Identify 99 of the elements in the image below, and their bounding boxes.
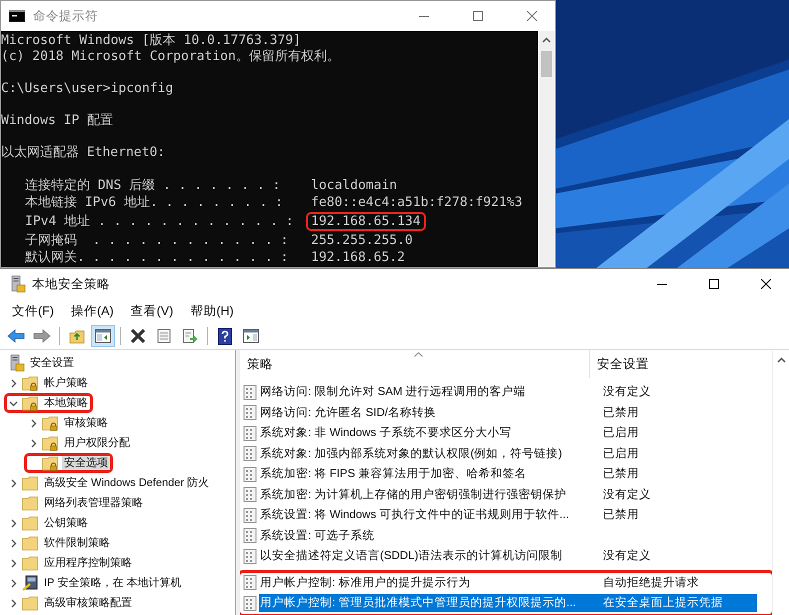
console-line: (c) 2018 Microsoft Corporation。保留所有权利。: [1, 49, 340, 65]
policy-name[interactable]: 系统加密: 为计算机上存储的用户密钥强制进行强密钥保护: [259, 486, 597, 504]
expander-icon[interactable]: [8, 398, 18, 408]
expander-icon[interactable]: [8, 598, 18, 608]
policy-app-icon: [10, 275, 26, 293]
column-header[interactable]: 安全设置: [590, 356, 764, 372]
policy-icon: [243, 528, 257, 544]
menu-item[interactable]: 查看(V): [124, 302, 184, 320]
terminal-icon: [9, 10, 25, 22]
sort-caret-icon: [414, 352, 423, 357]
console-label: IPv4 地址 . . . . . . . . . . . . :: [25, 213, 295, 230]
column-header[interactable]: 策略: [240, 350, 590, 378]
policy-setting[interactable]: 已禁用: [597, 465, 757, 484]
scroll-up-icon[interactable]: [542, 37, 551, 43]
console-line: Windows IP 配置: [1, 113, 114, 129]
computer-key-icon: [22, 574, 39, 592]
policy-name[interactable]: 用户帐户控制: 管理员批准模式中管理员的提升权限提示的...: [259, 594, 597, 612]
tree-item[interactable]: 审核策略: [62, 416, 110, 430]
policy-icon: [243, 466, 257, 482]
policy-icon: [243, 446, 257, 462]
menu-item[interactable]: 文件(F): [6, 302, 65, 320]
scroll-thumb[interactable]: [541, 51, 552, 77]
policy-app-icon: [9, 354, 25, 372]
maximize-icon: [709, 279, 719, 289]
policy-icon: [243, 405, 257, 420]
window-title: 本地安全策略: [32, 276, 110, 292]
policy-name[interactable]: 网络访问: 允许匿名 SID/名称转换: [259, 404, 597, 422]
tree-item[interactable]: IP 安全策略，在 本地计算机: [42, 576, 184, 590]
policy-name[interactable]: 以安全描述符定义语言(SDDL)语法表示的计算机访问限制: [259, 547, 597, 566]
close-icon: [527, 11, 537, 21]
console-label: 连接特定的 DNS 后缀 . . . . . . . :: [25, 177, 282, 194]
menu-item[interactable]: 操作(A): [64, 302, 125, 320]
tree-item[interactable]: 应用程序控制策略: [42, 556, 134, 570]
expander-icon[interactable]: [8, 478, 18, 488]
policy-setting[interactable]: 已禁用: [597, 506, 757, 524]
policy-icon: [243, 487, 257, 502]
help-icon: [218, 328, 232, 344]
policy-icon: [243, 426, 257, 441]
action-pane-icon: [243, 329, 259, 343]
policy-setting[interactable]: 没有定义: [597, 547, 757, 566]
window-title: 命令提示符: [33, 8, 98, 24]
policy-setting[interactable]: 在安全桌面上提示凭据: [597, 594, 757, 612]
menu-item[interactable]: 帮助(H): [184, 302, 245, 320]
maximize-icon: [473, 11, 483, 21]
policy-name[interactable]: 系统设置: 可选子系统: [259, 526, 597, 545]
expander-icon[interactable]: [8, 518, 18, 528]
tree-item[interactable]: 软件限制策略: [42, 536, 112, 550]
console-value: localdomain: [310, 177, 398, 195]
policy-name[interactable]: 系统对象: 加强内部系统对象的默认权限(例如，符号链接): [259, 444, 597, 463]
console-value: 255.255.255.0: [310, 232, 414, 250]
tree-item[interactable]: 高级审核策略配置: [42, 596, 134, 610]
policy-name[interactable]: 系统对象: 非 Windows 子系统不要求区分大小写: [259, 424, 597, 442]
scrollbar[interactable]: [538, 31, 555, 267]
show-tree-button[interactable]: [91, 325, 115, 347]
console-label: 默认网关. . . . . . . . . . . . . :: [25, 249, 290, 266]
policy-setting[interactable]: 已禁用: [597, 404, 757, 422]
expander-icon[interactable]: [28, 438, 38, 448]
folder-up-icon: [69, 328, 85, 344]
expander-icon[interactable]: [8, 578, 18, 588]
console-line: C:\Users\user>ipconfig: [1, 81, 174, 97]
tree-item[interactable]: 网络列表管理器策略: [42, 496, 145, 510]
back-arrow-icon: [7, 329, 25, 343]
console-label: 子网掩码 . . . . . . . . . . . . :: [25, 232, 290, 249]
export-list-icon: [182, 328, 198, 344]
console-line: 以太网适配器 Ethernet0:: [1, 145, 166, 161]
forward-arrow-icon: [33, 329, 51, 343]
policy-setting[interactable]: 已启用: [597, 424, 757, 442]
policy-setting[interactable]: 已启用: [597, 444, 757, 463]
console-label: 本地链接 IPv6 地址. . . . . . . . :: [25, 194, 284, 211]
policy-icon: [243, 508, 257, 523]
policy-setting[interactable]: 自动拒绝提升请求: [597, 574, 757, 592]
policy-name[interactable]: 网络访问: 限制允许对 SAM 进行远程调用的客户端: [259, 383, 597, 402]
policy-setting[interactable]: 没有定义: [597, 383, 757, 402]
close-icon: [761, 279, 771, 289]
tree-pane-icon: [95, 329, 111, 343]
console-value: fe80::e4c4:a51b:f278:f921%3: [310, 194, 524, 212]
policy-icon: [243, 384, 257, 400]
tree-item[interactable]: 高级安全 Windows Defender 防火: [42, 476, 212, 490]
scroll-up-icon[interactable]: [776, 357, 786, 363]
tree-item[interactable]: 安全设置: [28, 356, 76, 370]
console-value: 192.168.65.2: [310, 249, 406, 267]
console-value: 192.168.65.134: [306, 212, 426, 231]
expander-icon[interactable]: [8, 378, 18, 388]
delete-icon: [130, 328, 146, 344]
policy-name[interactable]: 系统设置: 将 Windows 可执行文件中的证书规则用于软件...: [259, 506, 597, 524]
console-line: Microsoft Windows [版本 10.0.17763.379]: [1, 33, 301, 49]
properties-icon: [156, 328, 172, 344]
policy-icon: [243, 596, 257, 611]
policy-name[interactable]: 系统加密: 将 FIPS 兼容算法用于加密、哈希和签名: [259, 465, 597, 484]
tree-item[interactable]: 用户权限分配: [62, 436, 132, 450]
policy-name[interactable]: 用户帐户控制: 标准用户的提升提示行为: [259, 574, 597, 592]
tree-item[interactable]: 帐户策略: [42, 376, 90, 390]
policy-icon: [243, 548, 257, 564]
expander-icon[interactable]: [8, 558, 18, 568]
expander-icon[interactable]: [8, 538, 18, 548]
policy-icon: [243, 575, 257, 590]
expander-icon[interactable]: [28, 418, 38, 428]
policy-setting[interactable]: 没有定义: [597, 486, 757, 504]
tree-item[interactable]: 公钥策略: [42, 516, 90, 530]
